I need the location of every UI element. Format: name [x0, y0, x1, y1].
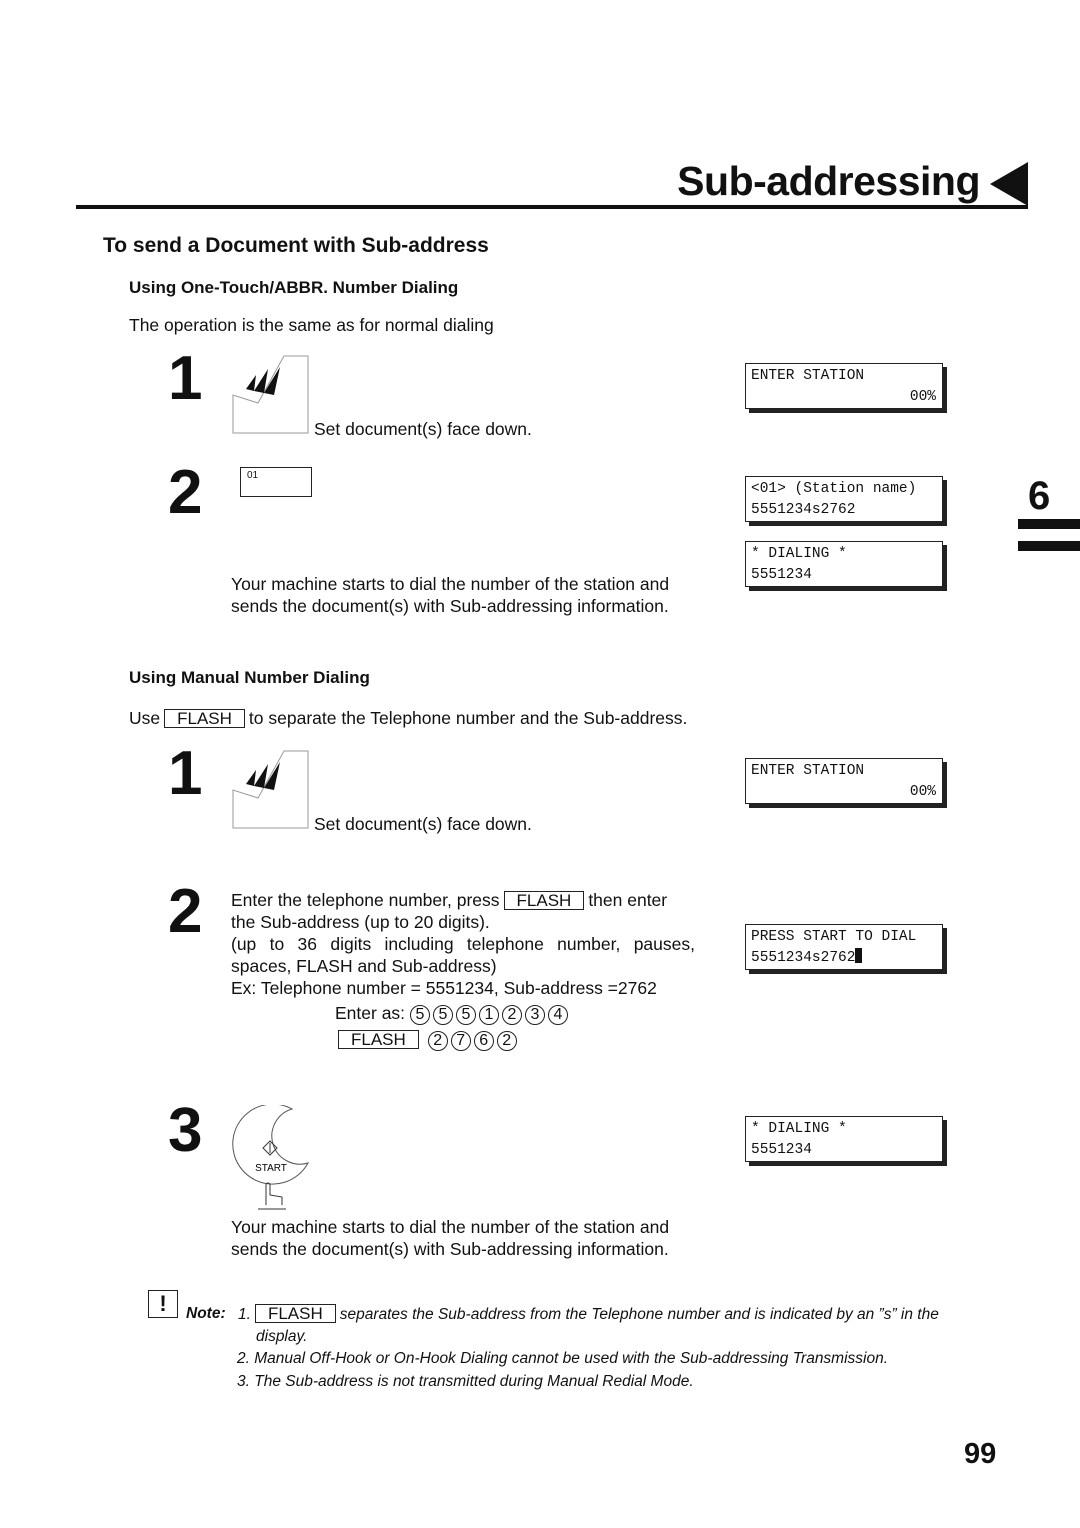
step-number: 1	[168, 344, 203, 413]
step-number: 2	[168, 877, 203, 946]
lcd-line: * DIALING *	[751, 546, 847, 562]
note-1: 1. FLASH separates the Sub-address from th…	[238, 1304, 939, 1326]
flash-key: FLASH	[503, 891, 585, 910]
digit-key: 6	[473, 1031, 494, 1051]
lcd-line: ENTER STATION	[751, 763, 865, 779]
intro-text: to separate the Telephone number and the…	[248, 708, 688, 728]
lcd-line: 00%	[909, 784, 936, 800]
part1-intro: The operation is the same as for normal …	[129, 315, 494, 335]
step2-instructions: Enter the telephone number, press FLASH th…	[231, 889, 695, 999]
lcd-line: PRESS START TO DIAL	[751, 929, 917, 945]
note-text: display.	[256, 1328, 308, 1345]
enter-as-row: Enter as: 5551234	[335, 1002, 571, 1025]
title-rule	[76, 205, 1028, 209]
page-title: Sub-addressing	[677, 158, 980, 204]
manual-page: Sub-addressing To send a Document with S…	[0, 0, 1080, 1528]
start-button-icon[interactable]: START	[230, 1105, 314, 1215]
exclamation-icon: !	[148, 1290, 178, 1318]
note-2: 2. Manual Off-Hook or On-Hook Dialing ca…	[237, 1350, 889, 1367]
chapter-tab: 6	[1028, 474, 1051, 518]
lcd-line: 5551234	[751, 1142, 812, 1158]
digit-key: 1	[478, 1005, 499, 1025]
one-touch-key-01[interactable]: 01	[240, 467, 312, 497]
flash-key: FLASH	[254, 1304, 336, 1323]
step-number: 2	[168, 458, 203, 527]
step-text: Your machine starts to dial the number o…	[231, 574, 670, 594]
lcd-display: PRESS START TO DIAL 5551234s2762	[745, 924, 943, 970]
flash-key: FLASH	[164, 709, 245, 728]
lcd-display: <01> (Station name) 5551234s2762	[745, 476, 943, 522]
step-text: sends the document(s) with Sub-addressin…	[231, 1239, 669, 1259]
cursor	[855, 948, 863, 963]
lcd-line: <01> (Station name)	[751, 481, 917, 497]
digit-key: 5	[432, 1005, 453, 1025]
step-text: Your machine starts to dial the number o…	[231, 1217, 670, 1237]
step-text: Enter the telephone number, press	[231, 890, 500, 910]
flash-key: FLASH	[338, 1030, 419, 1049]
part1-heading: Using One-Touch/ABBR. Number Dialing	[129, 278, 459, 297]
step-text: spaces, FLASH and Sub-address)	[231, 956, 497, 976]
lcd-display: * DIALING * 5551234	[745, 1116, 943, 1162]
step-text: Ex: Telephone number = 5551234, Sub-addr…	[231, 978, 657, 998]
step-text: (up to 36 digits including telephone num…	[231, 934, 695, 954]
document-icon	[232, 355, 309, 434]
lcd-line: * DIALING *	[751, 1121, 847, 1137]
note-text: separates the Sub-address from the Telep…	[339, 1306, 939, 1323]
digit-key: 7	[450, 1031, 471, 1051]
tab-bar	[1018, 519, 1080, 529]
digit-key: 2	[427, 1031, 448, 1051]
lcd-line: 5551234	[751, 567, 812, 583]
digit-key: 4	[547, 1005, 568, 1025]
digit-key: 3	[524, 1005, 545, 1025]
step-text: then enter	[588, 890, 668, 910]
step-text: Set document(s) face down.	[314, 419, 532, 439]
note-number: 1.	[238, 1306, 251, 1323]
lcd-display: * DIALING * 5551234	[745, 541, 943, 587]
lcd-display: ENTER STATION 00%	[745, 758, 943, 804]
page-number: 99	[964, 1438, 997, 1470]
digit-key: 5	[455, 1005, 476, 1025]
triangle-marker-icon	[990, 162, 1028, 206]
lcd-line: 00%	[909, 389, 936, 405]
start-label: START	[255, 1163, 287, 1174]
note-label: Note:	[186, 1305, 226, 1322]
step-text: the Sub-address (up to 20 digits).	[231, 912, 490, 932]
lcd-line: 5551234s2762	[751, 502, 856, 518]
part2-heading: Using Manual Number Dialing	[129, 668, 370, 687]
lcd-line: 5551234s2762	[751, 950, 856, 966]
step-text: Set document(s) face down.	[314, 814, 532, 834]
document-icon	[232, 750, 309, 829]
part2-intro: Use FLASH to separate the Telephone number…	[129, 707, 687, 729]
enter-as-row2: FLASH 2762	[336, 1028, 520, 1051]
step-number: 1	[168, 739, 203, 808]
digit-key: 2	[496, 1031, 517, 1051]
digit-key: 5	[409, 1005, 430, 1025]
tab-bar	[1018, 541, 1080, 551]
section-title: To send a Document with Sub-address	[103, 234, 489, 257]
step-number: 3	[168, 1096, 203, 1165]
note-3: 3. The Sub-address is not transmitted du…	[237, 1373, 694, 1390]
intro-text: Use	[129, 708, 161, 728]
lcd-line: ENTER STATION	[751, 368, 865, 384]
lcd-display: ENTER STATION 00%	[745, 363, 943, 409]
step-text: sends the document(s) with Sub-addressin…	[231, 596, 669, 616]
digit-key: 2	[501, 1005, 522, 1025]
enter-as-label: Enter as:	[335, 1003, 406, 1023]
